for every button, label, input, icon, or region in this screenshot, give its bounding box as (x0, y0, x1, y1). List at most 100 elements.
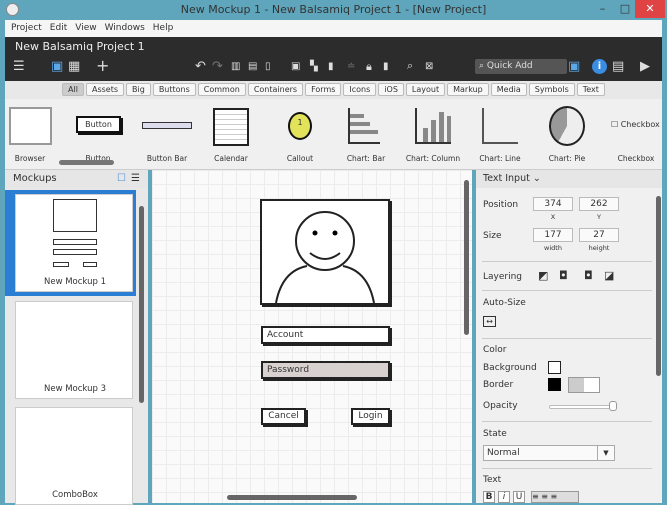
account-input[interactable]: Account (261, 326, 390, 344)
library-item-calendar[interactable]: Calendar (196, 154, 266, 163)
filter-media[interactable]: Media (490, 83, 527, 96)
library-item-callout[interactable]: Callout (265, 154, 335, 163)
library-item-button-bar[interactable]: Button Bar (132, 154, 202, 163)
mockup-thumb-1[interactable]: New Mockup 1 (15, 194, 133, 292)
chart-line-thumb[interactable] (482, 108, 518, 144)
send-to-back-icon[interactable]: ◪ (604, 269, 614, 282)
group-icon[interactable]: ▣ (291, 61, 300, 72)
filter-markup[interactable]: Markup (447, 83, 489, 96)
mockup-thumb-combobox[interactable]: ComboBox (15, 407, 133, 505)
button-thumb[interactable]: Button (76, 116, 121, 133)
filter-assets[interactable]: Assets (85, 83, 125, 96)
background-color-swatch[interactable] (548, 361, 561, 374)
menu-view[interactable]: View (75, 23, 96, 33)
ungroup-icon[interactable]: ▚ (310, 61, 318, 72)
menu-icon[interactable]: ☰ (13, 59, 25, 74)
menu-project[interactable]: Project (11, 23, 42, 33)
inspector-header[interactable]: Text Input ⌄ (476, 170, 662, 188)
lock-icon[interactable]: 🔒︎ (366, 60, 372, 74)
filter-big[interactable]: Big (126, 83, 151, 96)
align-buttons[interactable]: ≡ ≡ ≡ (531, 491, 579, 503)
cancel-button[interactable]: Cancel (261, 408, 306, 425)
opacity-slider-handle[interactable] (609, 401, 617, 411)
quick-add-input[interactable]: ⌕ Quick Add (475, 59, 567, 74)
filter-buttons[interactable]: Buttons (152, 83, 196, 96)
state-select[interactable]: Normal ▼ (483, 445, 615, 461)
border-style-toggle[interactable] (568, 377, 600, 393)
menu-edit[interactable]: Edit (50, 23, 67, 33)
y-field[interactable]: 262 (579, 197, 619, 211)
add-icon[interactable]: + (96, 56, 109, 75)
chart-bar-thumb[interactable] (348, 108, 380, 144)
panel-toggle-icon[interactable]: ▣ (51, 59, 63, 74)
filter-containers[interactable]: Containers (247, 83, 304, 96)
library-item-chart-line[interactable]: Chart: Line (465, 154, 535, 163)
menu-windows[interactable]: Windows (105, 23, 145, 33)
library-item-chart-column[interactable]: Chart: Column (398, 154, 468, 163)
italic-button[interactable]: i (498, 491, 510, 503)
undo-icon[interactable]: ↶ (195, 59, 206, 74)
calendar-thumb[interactable] (213, 108, 249, 146)
trash-icon[interactable]: ▮ (383, 61, 389, 72)
canvas[interactable]: Account Password Cancel Login (152, 170, 472, 503)
canvas-vertical-scrollbar[interactable] (464, 180, 469, 335)
send-backward-icon[interactable]: ◘ (584, 269, 593, 282)
width-field[interactable]: 177 (533, 228, 573, 242)
mockup-icon[interactable]: ▣ (568, 59, 580, 74)
bring-forward-icon[interactable]: ◘ (559, 269, 568, 282)
paste-icon[interactable]: ▤ (248, 61, 257, 72)
menu-help[interactable]: Help (153, 23, 174, 33)
filter-forms[interactable]: Forms (305, 83, 342, 96)
filter-ios[interactable]: iOS (378, 83, 404, 96)
present-icon[interactable]: ▶ (640, 59, 650, 74)
clear-icon[interactable]: ⊠ (425, 61, 433, 72)
login-button[interactable]: Login (351, 408, 390, 425)
library-scrollbar[interactable] (59, 160, 114, 165)
underline-button[interactable]: U (513, 491, 525, 503)
bring-to-front-icon[interactable]: ◩ (538, 269, 548, 282)
align-icon[interactable]: ≐ (347, 61, 355, 72)
browser-thumb[interactable] (9, 107, 52, 145)
filter-common[interactable]: Common (197, 83, 246, 96)
button-bar-thumb[interactable] (142, 122, 192, 129)
height-field[interactable]: 27 (579, 228, 619, 242)
image-placeholder[interactable] (260, 199, 390, 305)
inspector-scrollbar[interactable] (656, 196, 661, 376)
border-color-swatch[interactable] (548, 378, 561, 391)
info-icon[interactable]: i (592, 59, 607, 74)
thumbnail-view-icon[interactable]: ☐ (117, 170, 126, 188)
clipboard-icon[interactable]: ▯ (265, 61, 271, 72)
filter-layout[interactable]: Layout (405, 83, 446, 96)
maximize-button[interactable]: □ (615, 0, 635, 18)
x-field[interactable]: 374 (533, 197, 573, 211)
minimize-button[interactable]: – (590, 0, 615, 18)
find-icon[interactable]: ⌕ (407, 59, 413, 73)
autosize-width-icon[interactable]: ↔ (483, 316, 496, 327)
chart-column-thumb[interactable] (415, 108, 451, 144)
mockup-thumb-3[interactable]: New Mockup 3 (15, 301, 133, 399)
list-view-icon[interactable]: ☰ (131, 170, 140, 188)
grid-view-icon[interactable]: ▦ (68, 59, 80, 74)
opacity-slider[interactable] (549, 405, 613, 409)
canvas-horizontal-scrollbar[interactable] (227, 495, 357, 500)
password-input[interactable]: Password (261, 361, 390, 379)
filter-bar: All Assets Big Buttons Common Containers Forms… (5, 81, 662, 99)
library-item-checkbox[interactable]: Checkbox (601, 154, 667, 163)
checkbox-thumb[interactable]: ☐ Checkbox (611, 120, 660, 129)
filter-all[interactable]: All (62, 83, 84, 96)
bold-button[interactable]: B (483, 491, 495, 503)
library-item-browser[interactable]: Browser (0, 154, 65, 163)
library-item-chart-pie[interactable]: Chart: Pie (532, 154, 602, 163)
chart-pie-thumb[interactable] (549, 106, 585, 146)
arrange-icon[interactable]: ▮ (328, 61, 334, 72)
callout-thumb[interactable]: 1 (288, 112, 312, 140)
notes-icon[interactable]: ▤ (612, 59, 624, 74)
redo-icon[interactable]: ↷ (212, 59, 223, 74)
filter-text[interactable]: Text (576, 83, 605, 96)
mockups-scrollbar[interactable] (139, 206, 144, 403)
copy-icon[interactable]: ▥ (231, 61, 240, 72)
close-button[interactable]: ✕ (635, 0, 665, 18)
filter-symbols[interactable]: Symbols (528, 83, 575, 96)
filter-icons[interactable]: Icons (343, 83, 377, 96)
library-item-chart-bar[interactable]: Chart: Bar (331, 154, 401, 163)
